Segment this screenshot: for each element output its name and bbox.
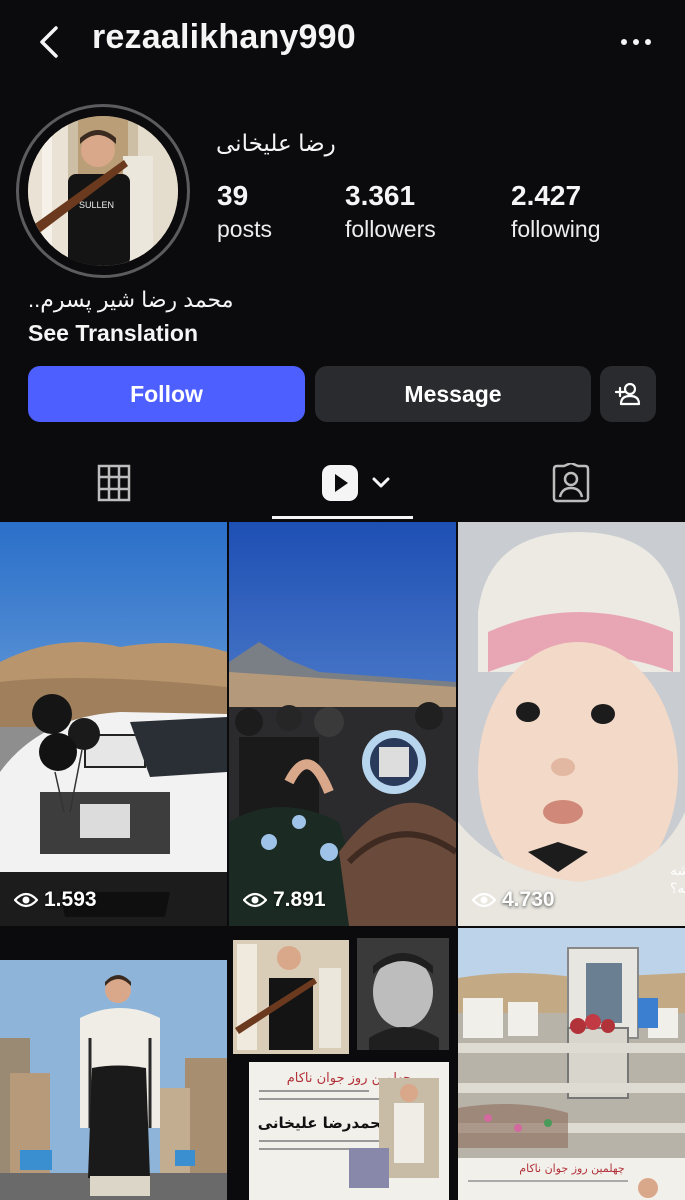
eye-icon <box>472 892 496 908</box>
reel-thumbnail[interactable]: 7.891 <box>229 522 456 926</box>
reel-thumbnail[interactable] <box>0 928 227 1200</box>
view-count: 7.891 <box>243 888 326 912</box>
reel-image <box>0 928 227 1200</box>
view-count: 1.593 <box>14 888 97 912</box>
stat-followers-value: 3.361 <box>345 180 416 211</box>
video-caption: یعنی بزرگ میشه <box>670 861 685 879</box>
avatar[interactable]: SULLEN <box>28 116 178 266</box>
tab-grid[interactable] <box>94 458 134 508</box>
tab-tagged[interactable] <box>549 458 593 508</box>
bio-text: محمد رضا شیر پسرم.. <box>28 287 234 312</box>
shirt-print: SULLEN <box>79 200 114 210</box>
view-count-value: 1.593 <box>44 888 97 911</box>
reels-icon <box>322 465 390 501</box>
reel-thumbnail[interactable]: چهلمین روز جوان ناکام <box>458 928 685 1200</box>
view-count-value: 7.891 <box>273 888 326 911</box>
see-translation-link[interactable]: See Translation <box>28 320 198 347</box>
video-caption: چه شکلی میشه؟ <box>670 881 685 897</box>
back-arrow-icon[interactable] <box>30 22 70 62</box>
more-options-icon[interactable] <box>618 28 654 56</box>
grid-icon <box>97 464 131 502</box>
eye-icon <box>243 892 267 908</box>
stat-posts-label: posts <box>217 216 272 242</box>
reel-image: یعنی بزرگ میشه چه شکلی میشه؟ <box>458 522 685 926</box>
profile-username: rezaalikhany990 <box>92 18 356 56</box>
stat-posts-value: 39 <box>217 180 249 211</box>
reel-thumbnail[interactable]: 1.593 <box>0 522 227 926</box>
stat-posts[interactable]: 39 posts <box>217 178 272 244</box>
stat-following-value: 2.427 <box>511 180 582 211</box>
poster-title: چهلمین روز جوان ناکام <box>519 1162 624 1175</box>
reel-thumbnail[interactable]: یعنی بزرگ میشه چه شکلی میشه؟ 4.730 <box>458 522 685 926</box>
view-count: 4.730 <box>472 888 555 912</box>
suggest-people-button[interactable] <box>600 366 656 422</box>
reel-thumbnail[interactable]: چهلمین روز جوان ناکام محمدرضا علیخانی <box>229 928 456 1200</box>
stat-following[interactable]: 2.427 following <box>511 178 601 244</box>
follow-button[interactable]: Follow <box>28 366 305 422</box>
eye-icon <box>14 892 38 908</box>
profile-header: rezaalikhany990 <box>0 0 685 84</box>
stat-followers-label: followers <box>345 216 436 242</box>
tagged-icon <box>552 463 590 503</box>
add-person-icon <box>614 382 641 406</box>
reel-image <box>229 522 456 926</box>
tab-reels[interactable] <box>318 458 398 508</box>
active-tab-indicator <box>272 516 413 519</box>
reel-image: چهلمین روز جوان ناکام محمدرضا علیخانی <box>229 928 456 1200</box>
stat-followers[interactable]: 3.361 followers <box>345 178 436 244</box>
avatar-photo: SULLEN <box>28 116 178 266</box>
message-button[interactable]: Message <box>315 366 591 422</box>
reel-image: چهلمین روز جوان ناکام <box>458 928 685 1200</box>
stat-following-label: following <box>511 216 601 242</box>
view-count-value: 4.730 <box>502 888 555 911</box>
display-name: رضا علیخانی <box>216 130 336 156</box>
poster-name: محمدرضا علیخانی <box>258 1114 391 1132</box>
reel-image <box>0 522 227 926</box>
